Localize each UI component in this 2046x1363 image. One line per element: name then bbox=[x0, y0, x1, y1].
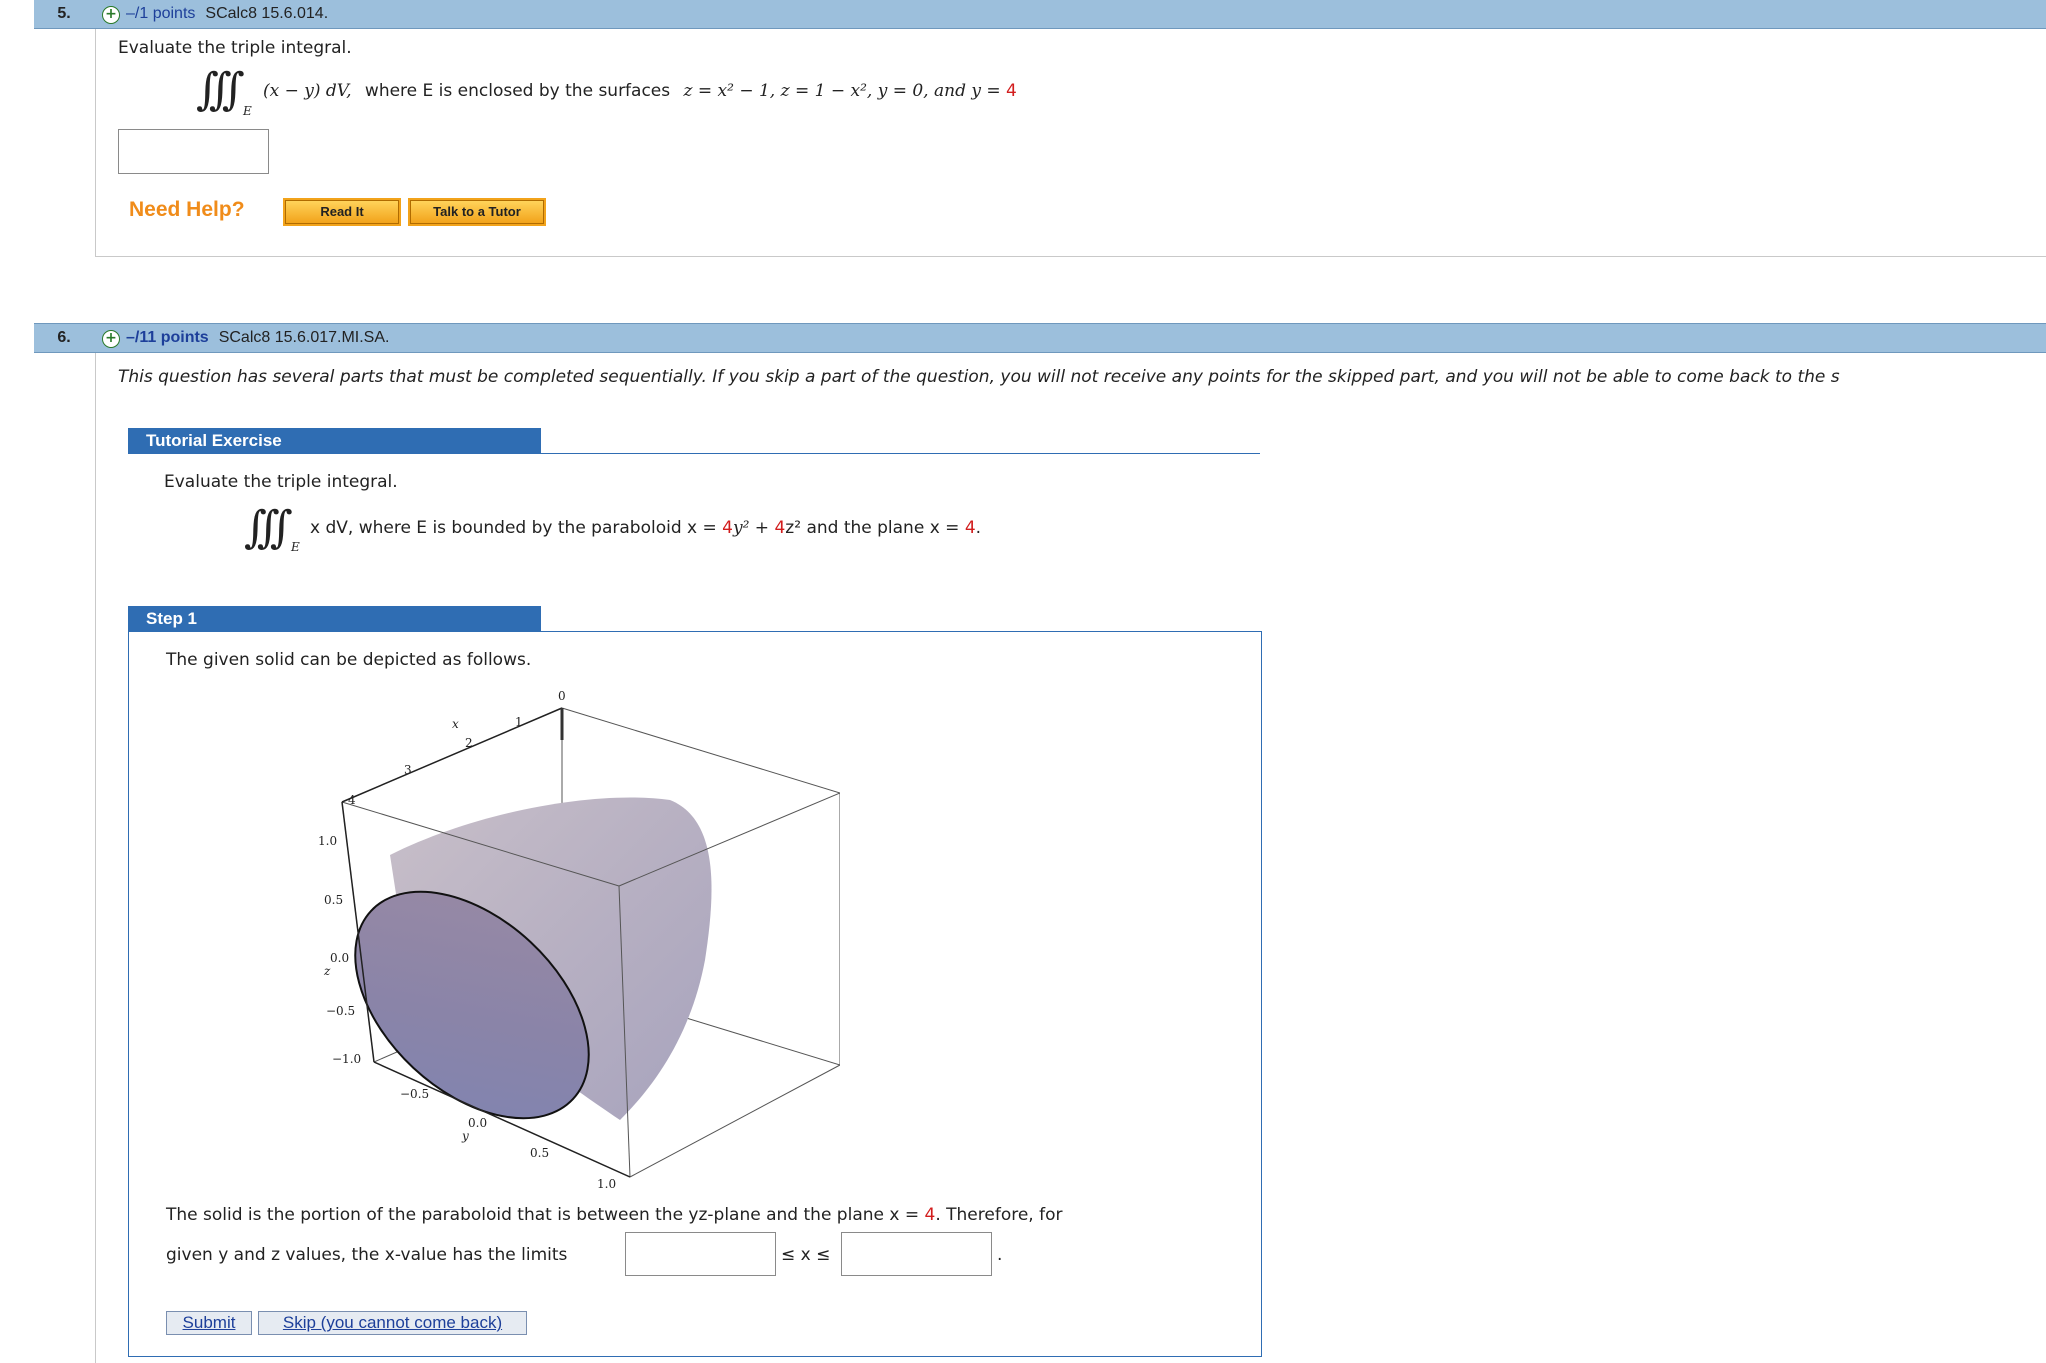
solid-description: The solid is the portion of the parabolo… bbox=[166, 1205, 1063, 1225]
y-tick-0: 0.0 bbox=[468, 1116, 487, 1130]
q5-integral-expression: (x − y) dV, where E is enclosed by the s… bbox=[263, 81, 1017, 101]
q6-number: 6. bbox=[57, 329, 71, 346]
y-tick-neg0.5: −0.5 bbox=[400, 1087, 429, 1101]
q5-number: 5. bbox=[57, 5, 71, 22]
z-tick-0: 0.0 bbox=[330, 951, 349, 965]
q6-notice: This question has several parts that mus… bbox=[118, 367, 1840, 387]
need-help-label: Need Help? bbox=[129, 198, 245, 221]
q5-integral-subscript: E bbox=[243, 104, 252, 118]
x-tick-2: 2 bbox=[465, 736, 473, 750]
limits-inequality: ≤ x ≤ bbox=[781, 1245, 831, 1265]
talk-to-tutor-button[interactable]: Talk to a Tutor bbox=[408, 198, 546, 226]
q5-code: SCalc8 15.6.014. bbox=[205, 5, 329, 22]
z-tick-1: 1.0 bbox=[318, 834, 337, 848]
read-it-button[interactable]: Read It bbox=[283, 198, 401, 226]
x-tick-3: 3 bbox=[404, 763, 412, 777]
step-1-text: The given solid can be depicted as follo… bbox=[166, 650, 532, 670]
x-tick-4: 4 bbox=[348, 793, 356, 807]
limits-period: . bbox=[997, 1245, 1003, 1265]
y-tick-0.5: 0.5 bbox=[530, 1146, 549, 1160]
q6-prompt: Evaluate the triple integral. bbox=[164, 472, 398, 492]
z-axis-label: z bbox=[323, 964, 331, 978]
y-tick-1: 1.0 bbox=[597, 1177, 616, 1191]
z-tick-neg1: −1.0 bbox=[332, 1052, 361, 1066]
q5-answer-field[interactable] bbox=[118, 129, 269, 174]
q6-header-bar: 6. + –/11 points SCalc8 15.6.017.MI.SA. bbox=[34, 323, 2046, 353]
tutorial-underline bbox=[128, 453, 1260, 454]
q6-integral-subscript: E bbox=[291, 540, 300, 554]
submit-button[interactable]: Submit bbox=[166, 1311, 252, 1335]
x-tick-0: 0 bbox=[558, 689, 566, 703]
q6-points: –/11 points SCalc8 15.6.017.MI.SA. bbox=[126, 329, 390, 346]
q6-integral-expression: x dV, where E is bounded by the parabolo… bbox=[310, 518, 982, 538]
skip-button[interactable]: Skip (you cannot come back) bbox=[258, 1311, 527, 1335]
upper-limit-field[interactable] bbox=[841, 1232, 992, 1276]
y-axis-label: y bbox=[461, 1129, 469, 1143]
step-1-header: Step 1 bbox=[128, 606, 541, 632]
x-tick-1: 1 bbox=[515, 715, 523, 729]
lower-limit-field[interactable] bbox=[625, 1232, 776, 1276]
q5-header-bar: 5. + –/1 points SCalc8 15.6.014. bbox=[34, 0, 2046, 29]
tutorial-exercise-header: Tutorial Exercise bbox=[128, 428, 541, 454]
expand-plus-icon[interactable]: + bbox=[102, 6, 120, 24]
q5-points: –/1 points SCalc8 15.6.014. bbox=[126, 5, 329, 22]
q6-triple-integral-symbol: ∫∫∫ bbox=[244, 502, 293, 553]
expand-plus-icon[interactable]: + bbox=[102, 330, 120, 348]
limits-prompt: given y and z values, the x-value has th… bbox=[166, 1245, 568, 1265]
q6-code: SCalc8 15.6.017.MI.SA. bbox=[218, 329, 390, 346]
q5-triple-integral-symbol: ∫∫∫ bbox=[196, 64, 245, 115]
x-axis-label: x bbox=[452, 717, 459, 731]
z-tick-0.5: 0.5 bbox=[324, 893, 343, 907]
z-tick-neg0.5: −0.5 bbox=[326, 1004, 355, 1018]
paraboloid-3d-plot: 0 1 2 3 4 x 1.0 0.5 0.0 z −0.5 −1.0 −0.5… bbox=[318, 689, 840, 1191]
q5-prompt: Evaluate the triple integral. bbox=[118, 38, 352, 58]
